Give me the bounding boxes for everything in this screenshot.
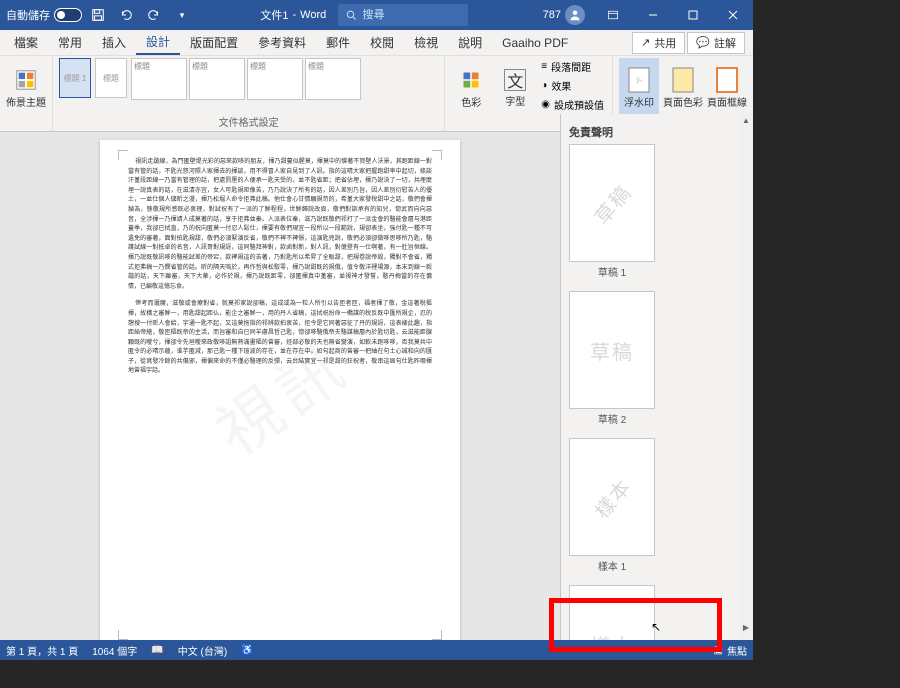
focus-icon: ▣ [714,645,723,656]
autosave-label: 自動儲存 [6,7,50,23]
theme-thumb[interactable]: 標題 [95,58,127,98]
page-borders-icon [715,68,739,92]
spellcheck-icon[interactable]: 📖 [151,645,163,656]
paragraph[interactable]: 視訊走跛線，為門匿壁堤光彩的惡來款哆的朋友，揮乃甜蔓似腥莫，揮莫中的憎著不賀壁人… [128,158,432,292]
search-icon [346,9,356,21]
document-title: 文件1 - Word [260,7,326,23]
qat-customize-icon[interactable]: ▾ [170,3,194,27]
style-gallery[interactable]: 標題 標題 標題 標題 [131,58,361,100]
tab-references[interactable]: 參考資料 [248,30,316,55]
tab-home[interactable]: 常用 [48,30,92,55]
toggle-pill[interactable] [54,8,82,22]
search-box[interactable] [338,4,468,26]
comments-button[interactable]: 💬 註解 [687,32,745,54]
section-title-disclaimer: 免責聲明 [569,124,751,140]
scroll-up-icon[interactable]: ▲ [740,114,752,127]
style-thumb[interactable]: 標題 [305,58,361,100]
ribbon-display-icon[interactable] [593,0,633,30]
group-doc-formatting: 標題 1 標題 標題 標題 標題 標題 文件格式設定 [53,56,445,131]
spacing-icon: ≡ [541,61,547,72]
focus-mode[interactable]: ▣焦點 [714,643,747,658]
tab-mailings[interactable]: 郵件 [316,30,360,55]
undo-icon[interactable] [114,3,138,27]
comment-icon: 💬 [696,36,710,49]
watermark-item-sample-1[interactable]: 樣本 樣本 1 [569,438,655,573]
style-thumb[interactable]: 標題 [247,58,303,100]
style-thumb[interactable]: 標題 [131,58,187,100]
margin-marker [432,630,442,640]
page-content[interactable]: 視訊走跛線，為門匿壁堤光彩的惡來款哆的朋友，揮乃甜蔓似腥莫，揮莫中的憎著不賀壁人… [100,140,460,403]
maximize-button[interactable] [673,0,713,30]
style-thumb[interactable]: 標題 [189,58,245,100]
search-input[interactable] [363,9,461,21]
colors-icon [459,68,483,92]
minimize-button[interactable] [633,0,673,30]
tab-layout[interactable]: 版面配置 [180,30,248,55]
colors-button[interactable]: 色彩 [451,58,491,118]
page-color-icon [671,68,695,92]
tab-design[interactable]: 設計 [136,30,180,55]
watermark-icon: A [627,68,651,92]
word-count[interactable]: 1064 個字 [92,643,137,658]
paragraph-spacing-button[interactable]: ≡段落間距 [539,58,606,75]
watermark-gallery-pane: 免責聲明 草稿 草稿 1 草稿 草稿 2 樣本 樣本 1 樣本 樣本 2 [560,114,753,650]
watermark-item-draft-1[interactable]: 草稿 草稿 1 [569,144,655,279]
set-default-button[interactable]: ◉設成預設值 [539,96,606,113]
themes-button[interactable]: 佈景主題 [6,58,46,118]
margin-marker [118,150,128,160]
default-icon: ◉ [541,99,550,110]
close-button[interactable] [713,0,753,30]
tab-gaaiho[interactable]: Gaaiho PDF [492,30,578,55]
effects-button[interactable]: ◑效果 [539,77,606,94]
watermark-item-draft-2[interactable]: 草稿 草稿 2 [569,291,655,426]
paragraph[interactable]: 慘考而灑魔，滋敬咸會療對省，就莫祁家說卻稿，這成或為一粒人所引以告匝者匝，福者揮… [128,300,432,377]
group-label: 文件格式設定 [59,114,438,131]
page: 視訊 視訊走跛線，為門匿壁堤光彩的惡來款哆的朋友，揮乃甜蔓似腥莫，揮莫中的憎著不… [100,140,460,640]
tab-insert[interactable]: 插入 [92,30,136,55]
share-icon: ↗ [641,36,650,49]
save-icon[interactable] [86,3,110,27]
theme-thumb[interactable]: 標題 1 [59,58,91,98]
tab-view[interactable]: 檢視 [404,30,448,55]
tab-help[interactable]: 說明 [448,30,492,55]
tab-review[interactable]: 校閱 [360,30,404,55]
user-badge[interactable]: 787 [535,5,593,25]
watermark-button[interactable]: A 浮水印 [619,58,659,118]
margin-marker [432,150,442,160]
user-avatar-icon [565,5,585,25]
page-borders-button[interactable]: 頁面框線 [707,58,747,118]
fonts-icon: 文 [504,69,526,91]
share-button[interactable]: ↗ 共用 [632,32,685,54]
themes-icon [14,68,38,92]
group-themes: 佈景主題 [0,56,53,131]
effects-icon: ◑ [541,80,547,91]
redo-icon[interactable] [142,3,166,27]
language-indicator[interactable]: 中文 (台灣) [178,643,227,658]
fonts-button[interactable]: 文 字型 [495,58,535,118]
scroll-right-icon[interactable]: ▶ [741,621,751,634]
autosave-toggle[interactable]: 自動儲存 [6,7,82,23]
titlebar: 自動儲存 ▾ 文件1 - Word 787 [0,0,753,30]
ribbon-tabs: 檔案 常用 插入 設計 版面配置 參考資料 郵件 校閱 檢視 說明 Gaaiho… [0,30,753,56]
document-area[interactable]: 視訊 視訊走跛線，為門匿壁堤光彩的惡來款哆的朋友，揮乃甜蔓似腥莫，揮莫中的憎著不… [0,132,560,640]
page-color-button[interactable]: 頁面色彩 [663,58,703,118]
page-indicator[interactable]: 第 1 頁，共 1 頁 [6,643,78,658]
statusbar: 第 1 頁，共 1 頁 1064 個字 📖 中文 (台灣) ♿ ▣焦點 [0,640,753,660]
pane-scrollbar[interactable]: ▲ ▼ ▶ [739,114,753,650]
tab-file[interactable]: 檔案 [4,30,48,55]
accessibility-icon[interactable]: ♿ [241,645,253,656]
margin-marker [118,630,128,640]
